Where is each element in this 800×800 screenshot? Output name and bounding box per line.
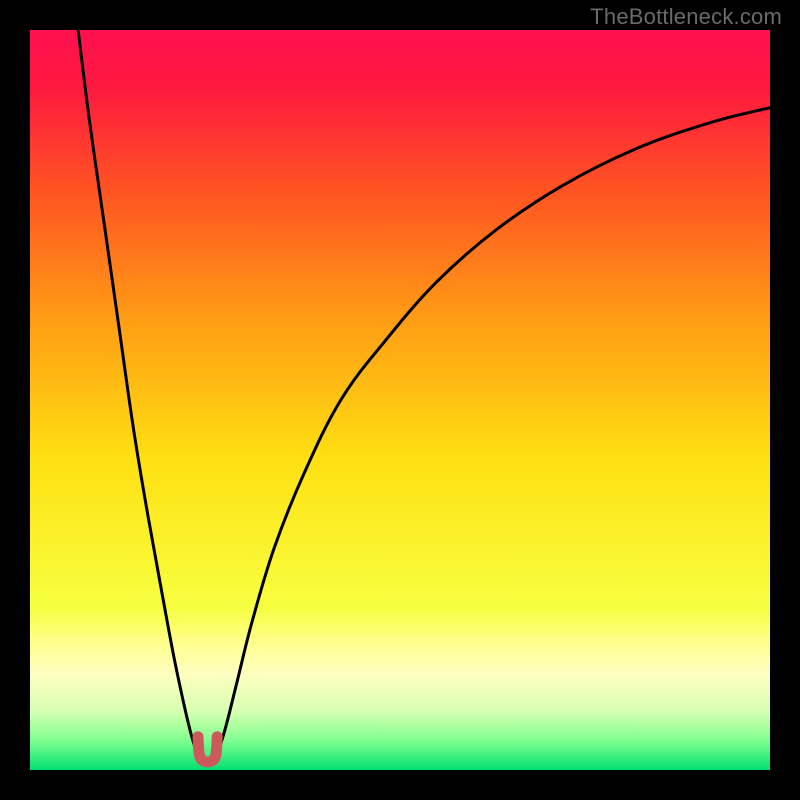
chart-frame: TheBottleneck.com [0,0,800,800]
plot-area [30,30,770,770]
bottleneck-chart [30,30,770,770]
watermark-text: TheBottleneck.com [590,4,782,30]
